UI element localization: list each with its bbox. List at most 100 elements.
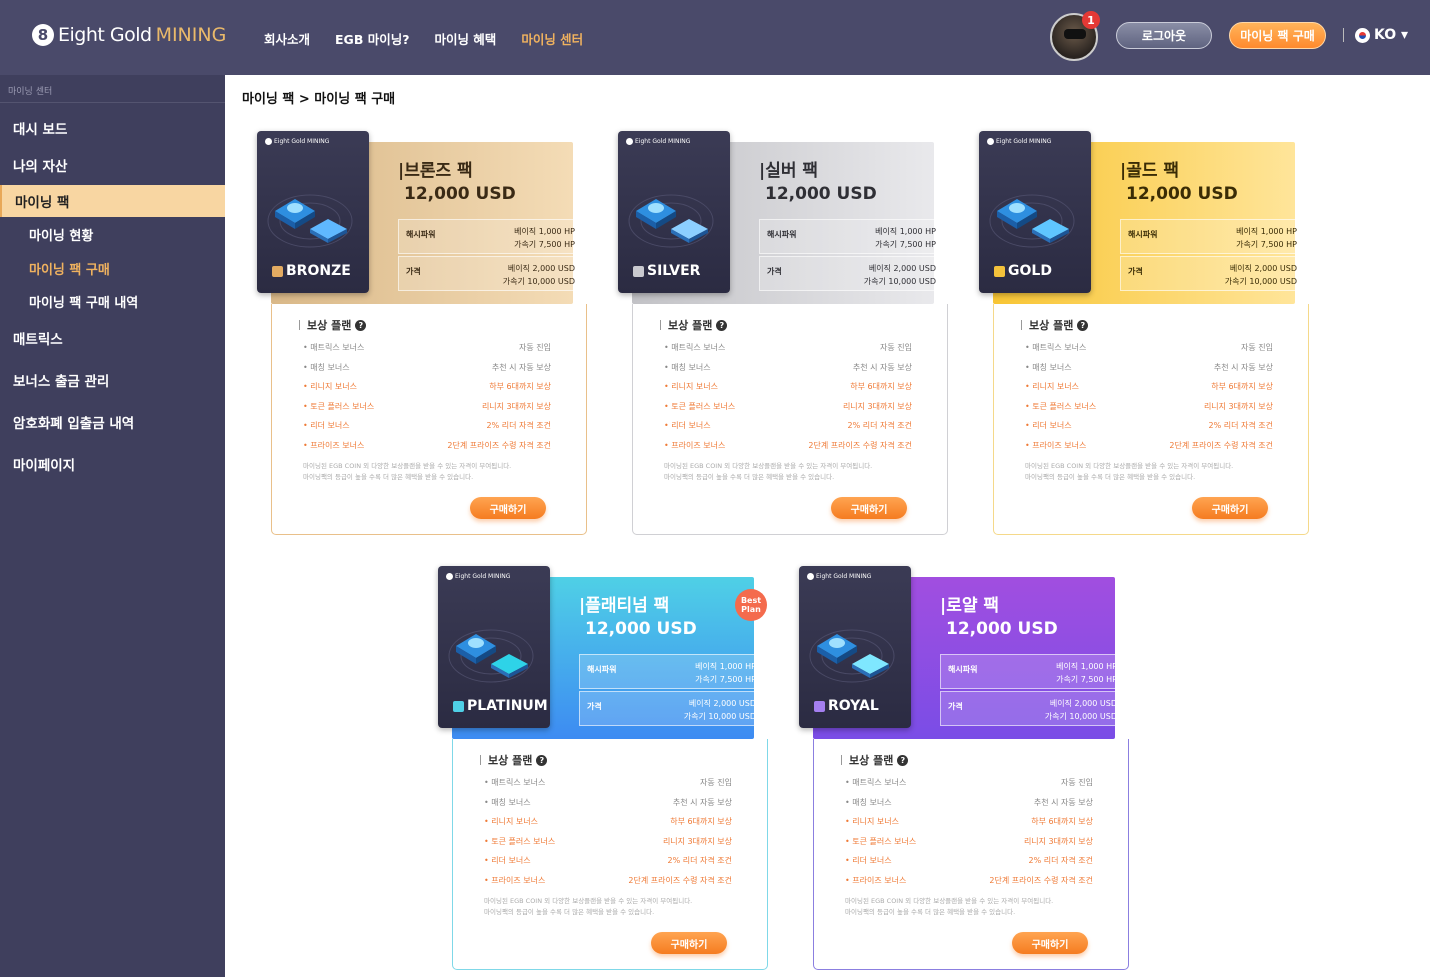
logo-icon: 8 [32,24,54,46]
reward-name: • 토큰 플러스 보너스 [845,836,917,846]
purchase-button[interactable]: 구매하기 [470,497,546,519]
reward-title: 보상 플랜? [480,752,548,768]
hashpower-basic: 베이직 1,000 HP [1056,662,1117,671]
purchase-button[interactable]: 구매하기 [831,497,907,519]
reward-name: • 프라이즈 보너스 [664,440,726,450]
reward-row: • 매트릭스 보너스 자동 진입 [303,342,551,353]
sidebar-item-pack-purchase[interactable]: 마이닝 팩 구매 [0,252,225,284]
nav-egb-mining[interactable]: EGB 마이닝? [335,29,409,48]
reward-value: 하부 6대까지 보상 [1211,382,1273,391]
logo-accent: MINING [155,24,227,46]
price-label: 가격 [948,702,963,711]
pack-price: 12,000 USD [585,619,697,639]
pack-badge-card: Eight Gold MINING SILVER [618,131,730,293]
reward-name: • 리더 보너스 [303,421,350,430]
hashpower-label: 해시파워 [406,230,436,239]
price-table: 가격 베이직 2,000 USD 가속기 10,000 USD [1120,256,1306,291]
logo-icon [807,573,814,580]
reward-value: 리니지 3대까지 보상 [481,401,551,411]
note-line: 마이닝된 EGB COIN 외 다양한 보상플랜을 받을 수 있는 자격이 부여… [1025,462,1234,470]
help-icon[interactable]: ? [897,754,909,766]
sidebar-item-bonus-withdraw[interactable]: 보너스 출금 관리 [0,364,225,396]
mini-logo-text: Eight Gold MINING [274,138,330,145]
pack-card-royal: |로얄 팩 12,000 USD 해시파워 베이직 1,000 HP 가속기 7… [799,566,1129,970]
divider [1343,28,1344,42]
tier-name: SILVER [633,263,700,279]
tier-name: GOLD [994,263,1052,279]
sidebar-item-purchase-history[interactable]: 마이닝 팩 구매 내역 [0,285,225,317]
pack-badge-card: Eight Gold MINING BRONZE [257,131,369,293]
price-table: 가격 베이직 2,000 USD 가속기 10,000 USD [759,256,945,291]
buy-pack-button[interactable]: 마이닝 팩 구매 [1229,22,1326,49]
help-icon[interactable]: ? [716,319,728,331]
reward-value: 추천 시 자동 보상 [491,362,551,372]
hashpower-boost: 가속기 7,500 HP [875,240,936,249]
reward-value: 리니지 3대까지 보상 [1203,401,1273,411]
sidebar-item-assets[interactable]: 나의 자산 [0,149,225,181]
reward-value: 자동 진입 [519,343,551,352]
language-selector[interactable]: KO ▾ [1355,27,1408,43]
hashpower-table: 해시파워 베이직 1,000 HP 가속기 7,500 HP [759,219,945,254]
reward-title-text: 보상 플랜 [307,319,352,332]
sidebar-item-mining-pack[interactable]: 마이닝 팩 [0,185,225,217]
help-icon[interactable]: ? [1077,319,1089,331]
purchase-button[interactable]: 구매하기 [651,932,727,954]
reward-value: 2단계 프라이즈 수령 자격 조건 [808,440,912,450]
hashpower-label: 해시파워 [767,230,797,239]
hashpower-basic: 베이직 1,000 HP [514,227,575,236]
reward-title-text: 보상 플랜 [668,319,713,332]
hashpower-basic: 베이직 1,000 HP [1236,227,1297,236]
nav-benefits[interactable]: 마이닝 혜택 [434,29,496,48]
reward-title: 보상 플랜? [1021,317,1089,333]
mini-logo: Eight Gold MINING [807,573,871,580]
mini-logo: Eight Gold MINING [265,138,329,145]
purchase-button[interactable]: 구매하기 [1012,932,1088,954]
nav-mining-center[interactable]: 마이닝 센터 [521,29,583,48]
help-icon[interactable]: ? [355,319,367,331]
brand-logo[interactable]: 8 Eight Gold MINING [32,24,226,46]
pack-note: 마이닝된 EGB COIN 외 다양한 보상플랜을 받을 수 있는 자격이 부여… [303,461,563,483]
tier-gem-icon [272,265,283,277]
main-content: 마이닝 팩 > 마이닝 팩 구매 |브론즈 팩 12,000 USD 해시파워 … [225,75,1430,977]
pack-title: |로얄 팩 [940,596,1000,616]
sidebar-item-mining-status[interactable]: 마이닝 현황 [0,218,225,250]
sidebar-item-crypto-history[interactable]: 암호화폐 입출금 내역 [0,406,225,438]
reward-name: • 리니지 보너스 [845,817,899,826]
pack-price: 12,000 USD [404,184,516,204]
sidebar-item-dashboard[interactable]: 대시 보드 [0,112,225,144]
purchase-button[interactable]: 구매하기 [1192,497,1268,519]
nav-company[interactable]: 회사소개 [264,29,310,48]
sidebar-item-mypage[interactable]: 마이페이지 [0,448,225,480]
reward-value: 리니지 3대까지 보상 [662,836,732,846]
reward-row: • 리니지 보너스 하부 6대까지 보상 [845,816,1093,827]
reward-value: 자동 진입 [700,778,732,787]
reward-row: • 프라이즈 보너스 2단계 프라이즈 수령 자격 조건 [845,875,1093,886]
note-line: 마이닝팩의 등급이 높을 수록 더 많은 혜택을 받을 수 있습니다. [1025,473,1196,481]
logout-button[interactable]: 로그아웃 [1116,22,1212,49]
sidebar: 마이닝 센터 대시 보드 나의 자산 마이닝 팩 마이닝 현황 마이닝 팩 구매… [0,75,225,977]
price-label: 가격 [406,267,421,276]
reward-value: 자동 진입 [880,343,912,352]
reward-name: • 리더 보너스 [845,856,892,865]
reward-row: • 리니지 보너스 하부 6대까지 보상 [1025,381,1273,392]
price-label: 가격 [767,267,782,276]
sidebar-item-matrix[interactable]: 매트릭스 [0,322,225,354]
mini-logo: Eight Gold MINING [987,138,1051,145]
help-icon[interactable]: ? [536,754,548,766]
note-line: 마이닝팩의 등급이 높을 수록 더 많은 혜택을 받을 수 있습니다. [845,908,1016,916]
tier-gem-icon [633,265,644,277]
mini-logo: Eight Gold MINING [446,573,510,580]
pack-note: 마이닝된 EGB COIN 외 다양한 보상플랜을 받을 수 있는 자격이 부여… [1025,461,1285,483]
reward-row: • 매트릭스 보너스 자동 진입 [664,342,912,353]
price-basic: 베이직 2,000 USD [507,264,575,273]
hashpower-boost: 가속기 7,500 HP [1236,240,1297,249]
logo-icon [265,138,272,145]
reward-row: • 매칭 보너스 추천 시 자동 보상 [303,362,551,373]
reward-name: • 매칭 보너스 [1025,362,1072,372]
mining-chip-icon [448,629,534,683]
price-basic: 베이직 2,000 USD [868,264,936,273]
hashpower-table: 해시파워 베이직 1,000 HP 가속기 7,500 HP [579,654,765,689]
mini-logo-text: Eight Gold MINING [635,138,691,145]
reward-name: • 매트릭스 보너스 [664,343,726,352]
hashpower-basic: 베이직 1,000 HP [695,662,756,671]
